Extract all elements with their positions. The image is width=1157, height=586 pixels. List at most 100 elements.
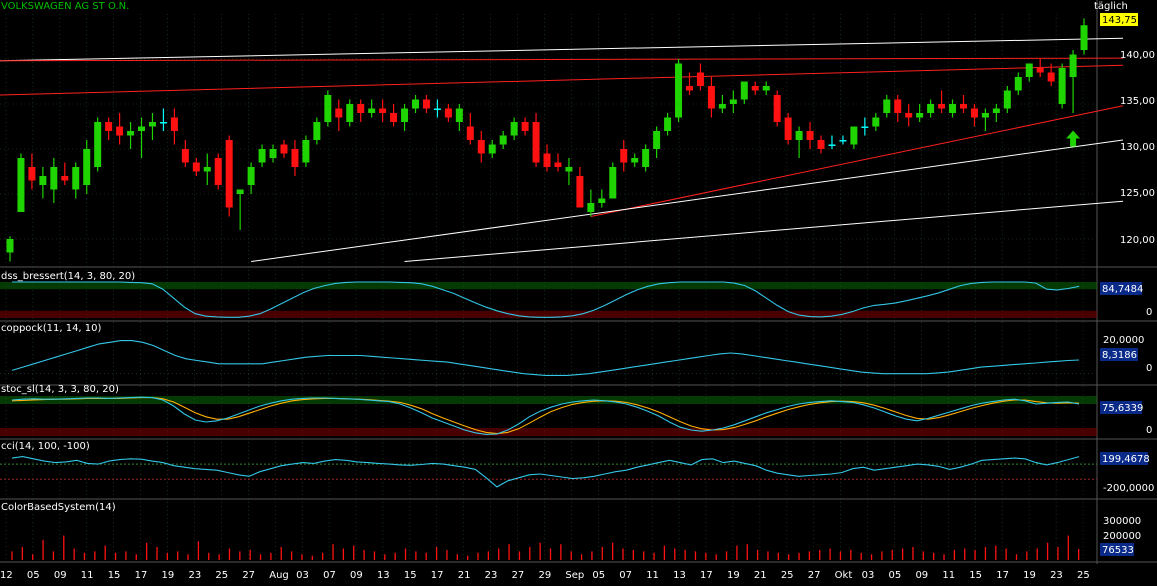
stoc-title: stoc_sl(14, 3, 3, 80, 20) <box>1 384 119 395</box>
candle-body <box>94 122 101 167</box>
candle-body <box>368 109 375 114</box>
candle-body <box>828 145 835 147</box>
candle <box>675 59 682 122</box>
dss-title: dss_bressert(14, 3, 80, 20) <box>1 271 135 282</box>
x-tick-label: 11 <box>942 570 955 581</box>
candle-body <box>872 118 879 127</box>
candle-body <box>1026 64 1033 78</box>
x-tick-label: 25 <box>781 570 794 581</box>
candle-body <box>215 158 222 185</box>
x-tick-label: 13 <box>673 570 686 581</box>
y-tick: 120,00 <box>1120 235 1155 246</box>
y-tick: 125,00 <box>1120 188 1155 199</box>
y-tick: 0 <box>1146 363 1152 374</box>
candle-body <box>982 113 989 118</box>
x-tick-label: 19 <box>1023 570 1036 581</box>
cci-title: cci(14, 100, -100) <box>1 441 90 452</box>
y-tick: 140,00 <box>1120 50 1155 61</box>
candle <box>215 154 222 190</box>
x-tick-label: 23 <box>485 570 498 581</box>
candle-body <box>390 113 397 122</box>
candle-body <box>905 113 912 118</box>
candle-body <box>839 140 846 142</box>
x-tick-label: 09 <box>54 570 67 581</box>
candle-body <box>675 64 682 118</box>
candle-body <box>291 149 298 167</box>
candle-body <box>226 140 233 208</box>
x-tick-label: 07 <box>323 570 336 581</box>
candle-body <box>1070 55 1077 78</box>
candle-body <box>686 86 693 91</box>
candle-body <box>763 86 770 91</box>
last-price-box: 143,75 <box>1100 13 1138 26</box>
candle-body <box>116 127 123 136</box>
x-tick-label: 19 <box>162 570 175 581</box>
x-tick-label: 21 <box>754 570 767 581</box>
candle-body <box>993 109 1000 114</box>
x-tick-label: 23 <box>1050 570 1063 581</box>
y-tick: 0 <box>1146 425 1152 436</box>
x-tick-label: 07 <box>619 570 632 581</box>
candle-body <box>259 149 266 163</box>
x-tick-label: 27 <box>242 570 255 581</box>
candle-body <box>412 100 419 109</box>
candle-body <box>1059 68 1066 104</box>
dss-value-label: 84,7484 <box>1102 284 1143 295</box>
x-tick-label: Aug <box>269 570 289 581</box>
x-axis: 12050911151719232527Aug03070913151721232… <box>0 570 1090 581</box>
x-tick-label: Sep <box>565 570 584 581</box>
candle-body <box>741 82 748 100</box>
candle-body <box>456 109 463 123</box>
candle-body <box>39 176 46 185</box>
candle-body <box>127 131 134 136</box>
candle-body <box>850 127 857 145</box>
y-tick: 200000 <box>1103 531 1141 542</box>
candle-body <box>960 104 967 109</box>
overbought-band <box>0 282 1097 289</box>
y-tick: -200,0000 <box>1103 483 1154 494</box>
x-tick-label: 29 <box>539 570 552 581</box>
candle-body <box>17 158 24 212</box>
candle-body <box>478 140 485 154</box>
candle <box>785 113 792 145</box>
candle-body <box>916 113 923 118</box>
candle-body <box>270 149 277 158</box>
candle <box>1059 64 1066 109</box>
candle-body <box>1048 73 1055 82</box>
symbol-title: VOLKSWAGEN AG ST O.N. <box>1 1 129 12</box>
x-tick-label: 05 <box>592 570 605 581</box>
x-tick-label: Okt <box>835 570 853 581</box>
candle-body <box>423 100 430 109</box>
candle-body <box>938 104 945 109</box>
candle-body <box>807 131 814 140</box>
candle-body <box>149 122 156 127</box>
candle-body <box>796 131 803 140</box>
candle-body <box>280 145 287 154</box>
period-label: täglich <box>1094 1 1128 12</box>
candle-body <box>565 167 572 172</box>
candle <box>774 91 781 127</box>
candle-body <box>324 95 331 122</box>
candle-body <box>818 140 825 149</box>
candle-body <box>83 149 90 185</box>
stoc-value-label: 75,6339 <box>1102 403 1143 414</box>
cbs-value-label: 76533 <box>1102 545 1134 556</box>
overbought-band <box>0 396 1097 404</box>
candle-body <box>620 149 627 163</box>
x-tick-label: 11 <box>81 570 94 581</box>
candle-body <box>544 154 551 168</box>
x-tick-label: 03 <box>296 570 309 581</box>
x-tick-label: 12 <box>0 570 13 581</box>
stock-chart: 12050911151719232527Aug03070913151721232… <box>0 0 1157 586</box>
candle <box>17 154 24 213</box>
candle-body <box>7 239 14 253</box>
candle-body <box>138 127 145 132</box>
candle-body <box>346 104 353 122</box>
candle <box>324 91 331 127</box>
candle-body <box>193 163 200 172</box>
coppock-value-label: 8,3186 <box>1102 350 1137 361</box>
oversold-band <box>0 428 1097 436</box>
x-tick-label: 27 <box>808 570 821 581</box>
candle-body <box>785 118 792 141</box>
candle-body <box>949 104 956 113</box>
